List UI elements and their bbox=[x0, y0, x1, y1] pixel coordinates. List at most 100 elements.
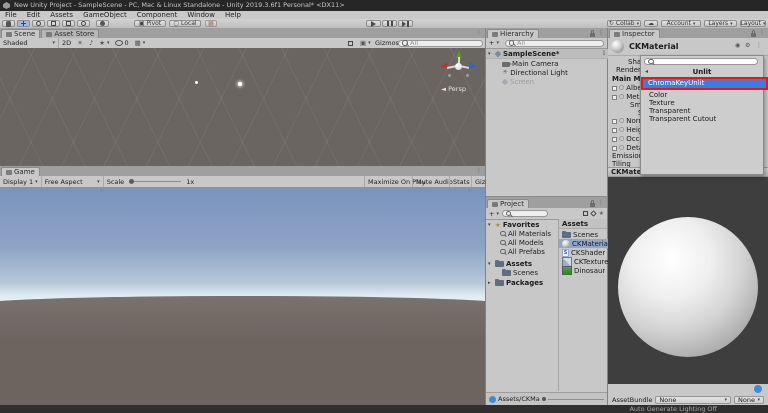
rect-tool-button[interactable] bbox=[62, 20, 75, 27]
project-search-box[interactable] bbox=[501, 209, 548, 218]
layout-button[interactable]: Layout ▾ bbox=[740, 20, 766, 27]
account-button[interactable]: Account ▾ bbox=[661, 20, 701, 27]
rotate-tool-button[interactable] bbox=[32, 20, 45, 27]
project-lock-icon[interactable] bbox=[590, 199, 595, 207]
project-create-button[interactable]: + ▾ bbox=[486, 208, 502, 219]
step-button[interactable] bbox=[398, 20, 413, 27]
file-ckshader[interactable]: S CKShader bbox=[562, 248, 605, 257]
scale-slider-track[interactable] bbox=[131, 181, 182, 182]
tab-scene[interactable]: Scene bbox=[1, 29, 41, 38]
favorites-star-icon[interactable]: ★ bbox=[599, 210, 604, 217]
menu-edit[interactable]: Edit bbox=[22, 11, 46, 19]
hierarchy-search-box[interactable] bbox=[504, 39, 604, 47]
foldout-icon[interactable]: ▾ bbox=[488, 51, 493, 57]
camera-gizmo-dot[interactable] bbox=[195, 81, 198, 84]
favorite-all-materials[interactable]: All Materials bbox=[500, 229, 551, 238]
tab-asset-store[interactable]: Asset Store bbox=[41, 29, 100, 38]
popup-item-chromakeyunlit-selected[interactable]: ChromaKeyUnlit bbox=[641, 77, 768, 90]
assets-foldout[interactable]: ▾ Assets bbox=[488, 259, 532, 268]
orientation-gizmo[interactable] bbox=[438, 50, 478, 84]
occlusion-checkbox[interactable] bbox=[612, 136, 617, 142]
zoom-slider-track[interactable] bbox=[547, 398, 604, 400]
packages-foldout[interactable]: ▸ Packages bbox=[488, 278, 543, 287]
game-viewport[interactable] bbox=[0, 187, 485, 405]
stats-button[interactable]: Stats bbox=[449, 176, 473, 187]
scene-tab-menu-icon[interactable]: ⋮ bbox=[476, 29, 482, 37]
hierarchy-item-directional-light[interactable]: ☀ Directional Light bbox=[502, 68, 568, 77]
custom-tools-button[interactable] bbox=[96, 20, 109, 27]
draw-mode-dropdown[interactable]: Shaded ▾ bbox=[0, 38, 58, 48]
scene-viewport[interactable]: ◄ Persp bbox=[0, 48, 485, 166]
zoom-slider-handle[interactable] bbox=[541, 397, 546, 401]
project-search-input[interactable] bbox=[513, 209, 544, 218]
search-by-label-icon[interactable] bbox=[589, 210, 597, 217]
hierarchy-tab-menu-icon[interactable]: ⋮ bbox=[598, 29, 604, 37]
scene-fx-dropdown[interactable]: ★ ▾ bbox=[96, 38, 112, 48]
normal-map-picker-icon[interactable]: ○ bbox=[619, 118, 624, 124]
bundle-variant-dropdown[interactable]: None ▾ bbox=[734, 395, 764, 404]
play-button[interactable] bbox=[366, 20, 381, 27]
tab-game[interactable]: Game bbox=[1, 167, 40, 176]
file-cktexture[interactable]: CKTexture bbox=[562, 257, 609, 266]
file-dinosaur[interactable]: Dinosaur bbox=[562, 266, 605, 275]
lock-icon[interactable] bbox=[590, 29, 595, 37]
inspector-tab-menu-icon[interactable]: ⋮ bbox=[759, 29, 765, 37]
menu-help[interactable]: Help bbox=[220, 11, 246, 19]
menu-gameobject[interactable]: GameObject bbox=[78, 11, 132, 19]
metallic-checkbox[interactable] bbox=[612, 94, 617, 100]
tab-inspector[interactable]: Inspector bbox=[609, 29, 660, 38]
scene-audio-toggle[interactable]: ♪ bbox=[86, 38, 96, 48]
aspect-dropdown[interactable]: Free Aspect ▾ bbox=[40, 176, 103, 187]
project-tab-menu-icon[interactable]: ⋮ bbox=[598, 199, 604, 207]
z-axis-cone[interactable] bbox=[468, 62, 478, 70]
auto-generate-lighting-status[interactable]: Auto Generate Lighting Off bbox=[629, 405, 717, 413]
cloud-sync-icon[interactable] bbox=[754, 385, 762, 393]
gear-icon[interactable]: ⚙ bbox=[745, 42, 750, 49]
metallic-picker-icon[interactable]: ○ bbox=[619, 94, 624, 100]
assets-scenes-folder[interactable]: Scenes bbox=[502, 268, 538, 277]
hierarchy-item-screen[interactable]: Screen bbox=[502, 77, 534, 86]
albedo-picker-icon[interactable]: ○ bbox=[619, 85, 624, 91]
albedo-checkbox[interactable] bbox=[612, 85, 617, 91]
detail-mask-picker-icon[interactable]: ○ bbox=[619, 145, 624, 151]
asset-bundle-dropdown[interactable]: None ▾ bbox=[655, 395, 731, 404]
popup-search-input[interactable] bbox=[656, 57, 754, 66]
pivot-toggle-button[interactable]: ▣ Pivot bbox=[134, 20, 166, 27]
header-menu-icon[interactable]: ⋮ bbox=[756, 42, 762, 49]
help-icon[interactable]: ◉ bbox=[735, 42, 740, 49]
scene-visibility-toggle[interactable]: 0 bbox=[112, 38, 131, 48]
scene-header-row[interactable]: ▾ SampleScene* ⋮ bbox=[486, 49, 609, 59]
hierarchy-create-button[interactable]: + ▾ bbox=[486, 38, 502, 48]
favorite-all-models[interactable]: All Models bbox=[500, 238, 544, 247]
popup-header-row[interactable]: ◂ Unlit bbox=[641, 68, 763, 77]
popup-item-texture[interactable]: Texture bbox=[649, 99, 761, 107]
file-scenes[interactable]: Scenes bbox=[562, 230, 598, 239]
menu-file[interactable]: File bbox=[0, 11, 22, 19]
move-tool-button[interactable] bbox=[17, 20, 30, 27]
hierarchy-item-main-camera[interactable]: Main Camera bbox=[502, 59, 558, 68]
tab-project[interactable]: Project bbox=[487, 199, 529, 208]
favorite-all-prefabs[interactable]: All Prefabs bbox=[500, 247, 545, 256]
popup-search-box[interactable] bbox=[644, 57, 758, 66]
popup-item-transparent-cutout[interactable]: Transparent Cutout bbox=[649, 115, 761, 123]
menu-window[interactable]: Window bbox=[182, 11, 220, 19]
gizmo-center[interactable] bbox=[455, 63, 462, 70]
transform-tool-button[interactable] bbox=[77, 20, 90, 27]
component-tools-button[interactable] bbox=[345, 38, 356, 48]
occlusion-picker-icon[interactable]: ○ bbox=[619, 136, 624, 142]
material-preview-area[interactable] bbox=[608, 177, 768, 384]
game-tab-menu-icon[interactable]: ⋮ bbox=[476, 167, 482, 175]
scale-slider[interactable] bbox=[127, 176, 183, 187]
popup-item-color[interactable]: Color bbox=[649, 91, 761, 99]
cloud-button[interactable]: ☁ bbox=[644, 20, 658, 27]
layers-button[interactable]: Layers ▾ bbox=[704, 20, 737, 27]
popup-item-transparent[interactable]: Transparent bbox=[649, 107, 761, 115]
tab-hierarchy[interactable]: Hierarchy bbox=[487, 29, 539, 38]
2d-toggle[interactable]: 2D bbox=[58, 38, 74, 48]
height-map-checkbox[interactable] bbox=[612, 127, 617, 133]
detail-mask-checkbox[interactable] bbox=[612, 145, 617, 151]
hierarchy-search-input[interactable] bbox=[516, 39, 600, 47]
scene-search-input[interactable] bbox=[410, 39, 479, 47]
collab-button[interactable]: ↻ Collab ▾ bbox=[607, 20, 641, 27]
grid-snap-button[interactable]: ▦ bbox=[205, 20, 217, 27]
